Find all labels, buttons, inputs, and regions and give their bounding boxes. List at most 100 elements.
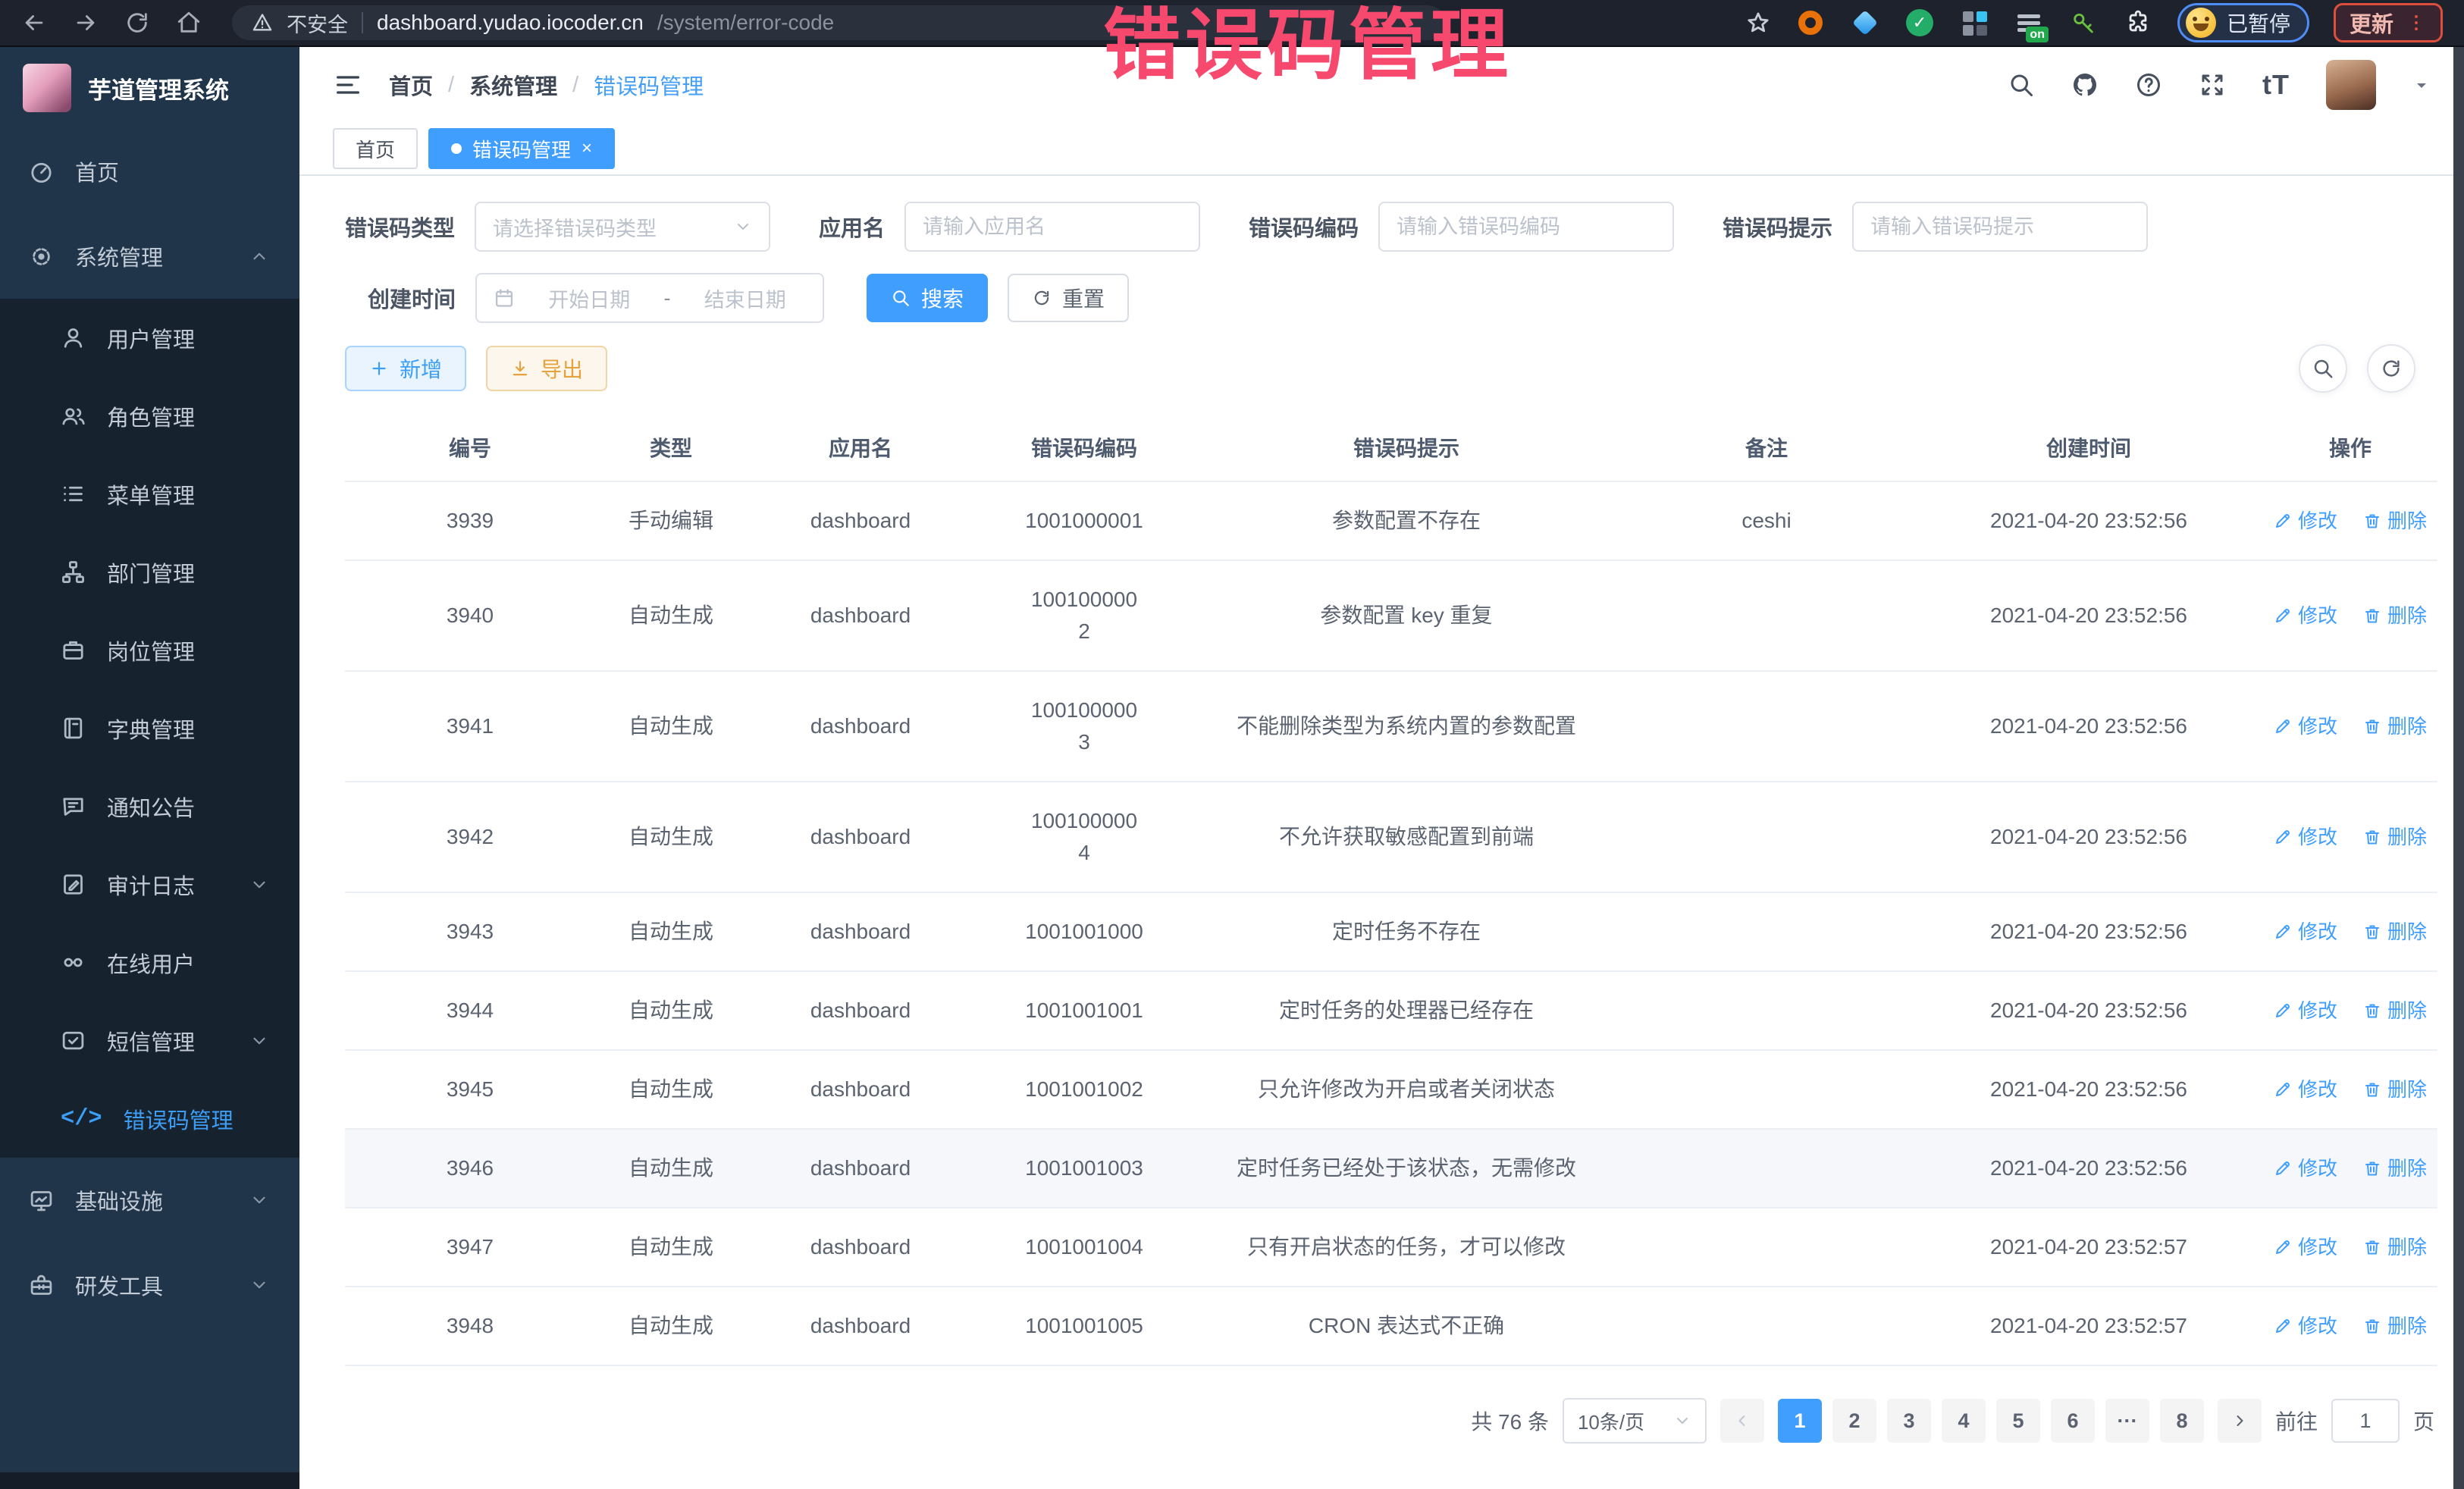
page-scrollbar[interactable] [2453,47,2464,1489]
help-icon[interactable] [2135,71,2162,99]
sidebar-item-home[interactable]: 首页 [0,129,299,214]
page-button-1[interactable]: 1 [1778,1399,1822,1443]
extension-list-icon[interactable]: on [2014,8,2044,38]
user-avatar[interactable] [2326,60,2376,110]
type-cell: 自动生成 [595,1208,747,1287]
sidebar-item-errcode[interactable]: </>错误码管理 [0,1080,299,1158]
sidebar-item-online[interactable]: 在线用户 [0,923,299,1002]
browser-update-button[interactable]: 更新 [2334,3,2443,42]
sidebar-item-audit[interactable]: 审计日志 [0,845,299,923]
page-button-3[interactable]: 3 [1887,1399,1931,1443]
edit-link[interactable]: 修改 [2274,1312,2337,1341]
edit-link[interactable]: 修改 [2274,1154,2337,1183]
add-button[interactable]: 新增 [345,346,466,391]
edit-link[interactable]: 修改 [2274,996,2337,1026]
extensions-puzzle-icon[interactable] [2123,8,2153,38]
extension-adblock-icon[interactable] [1795,8,1826,38]
search-button[interactable]: 搜索 [867,274,988,322]
page-ellipsis[interactable]: ··· [2105,1399,2149,1443]
edit-link[interactable]: 修改 [2274,917,2337,947]
edit-link[interactable]: 修改 [2274,712,2337,741]
sidebar-item-sms[interactable]: 短信管理 [0,1002,299,1080]
avatar-caret-down-icon[interactable] [2412,76,2431,94]
tab-error-code[interactable]: 错误码管理 × [428,128,615,169]
page-button-6[interactable]: 6 [2051,1399,2095,1443]
prev-page-button[interactable] [1720,1399,1764,1443]
sidebar-item-devtool[interactable]: 研发工具 [0,1243,299,1328]
sidebar-item-menu[interactable]: 菜单管理 [0,455,299,533]
page-button-5[interactable]: 5 [1996,1399,2040,1443]
error-type-select[interactable]: 请选择错误码类型 [475,202,770,252]
error-code-input[interactable] [1397,215,1656,239]
back-icon[interactable] [21,10,47,36]
delete-link[interactable]: 删除 [2363,506,2427,536]
page-size-select[interactable]: 10条/页 [1563,1398,1707,1444]
delete-link[interactable]: 删除 [2363,712,2427,741]
breadcrumb-home[interactable]: 首页 [389,69,433,101]
toggle-search-button[interactable] [2299,344,2347,393]
delete-link[interactable]: 删除 [2363,1154,2427,1183]
goto-page-input[interactable] [2331,1399,2400,1443]
paused-profile-button[interactable]: 已暂停 [2177,3,2309,42]
page-size-label: 10条/页 [1578,1407,1644,1435]
edit-link-label: 修改 [2298,1075,2337,1105]
extension-key-icon[interactable] [2068,8,2099,38]
extension-green-check-icon[interactable] [1904,8,1935,38]
tab-close-icon[interactable]: × [582,138,592,159]
next-page-button[interactable] [2218,1399,2262,1443]
fullscreen-icon[interactable] [2199,71,2226,99]
app-cell: dashboard [747,1129,974,1208]
sidebar-item-post[interactable]: 岗位管理 [0,611,299,689]
delete-link[interactable]: 删除 [2363,1075,2427,1105]
date-range-picker[interactable]: 开始日期 - 结束日期 [475,273,824,323]
refresh-table-button[interactable] [2367,344,2415,393]
breadcrumb-system[interactable]: 系统管理 [469,69,557,101]
sidebar-item-role[interactable]: 角色管理 [0,377,299,455]
tab-home[interactable]: 首页 [333,128,418,169]
address-bar[interactable]: 不安全 dashboard.yudao.iocoder.cn/system/er… [232,5,1445,40]
collapse-sidebar-icon[interactable] [333,70,363,100]
font-size-icon[interactable]: tT [2262,69,2290,101]
home-icon[interactable] [176,10,202,36]
table-row: 3945自动生成dashboard1001001002只允许修改为开启或者关闭状… [345,1050,2437,1129]
browser-menu-dots-icon[interactable] [2406,12,2427,33]
edit-link[interactable]: 修改 [2274,506,2337,536]
address-divider [362,12,363,33]
sidebar-logo-row[interactable]: 芋道管理系统 [0,47,299,129]
delete-link[interactable]: 删除 [2363,917,2427,947]
edit-link[interactable]: 修改 [2274,1233,2337,1262]
extension-gem-icon[interactable] [1850,8,1880,38]
sidebar-item-infra[interactable]: 基础设施 [0,1158,299,1243]
sidebar-item-label: 首页 [75,155,119,187]
trash-icon [2363,717,2381,735]
edit-link[interactable]: 修改 [2274,601,2337,631]
sidebar-item-label: 错误码管理 [124,1103,234,1135]
page-button-2[interactable]: 2 [1832,1399,1876,1443]
sidebar-item-system[interactable]: 系统管理 [0,214,299,299]
error-hint-input[interactable] [1870,215,2130,239]
sidebar-item-user[interactable]: 用户管理 [0,299,299,377]
page-button-4[interactable]: 4 [1942,1399,1986,1443]
delete-link[interactable]: 删除 [2363,1233,2427,1262]
extension-grid-icon[interactable] [1959,8,1989,38]
delete-link[interactable]: 删除 [2363,996,2427,1026]
sidebar-item-dept[interactable]: 部门管理 [0,533,299,611]
github-icon[interactable] [2071,71,2099,99]
delete-link[interactable]: 删除 [2363,601,2427,631]
reset-button[interactable]: 重置 [1008,274,1129,322]
refresh-icon [2380,357,2403,380]
reload-icon[interactable] [124,10,150,36]
export-button[interactable]: 导出 [486,346,607,391]
bookmark-star-icon[interactable] [1745,10,1771,36]
sidebar-item-notice[interactable]: 通知公告 [0,767,299,845]
app-name-input[interactable] [923,215,1182,239]
breadcrumb-current[interactable]: 错误码管理 [594,69,704,101]
delete-link[interactable]: 删除 [2363,823,2427,852]
edit-link[interactable]: 修改 [2274,1075,2337,1105]
edit-link[interactable]: 修改 [2274,823,2337,852]
search-icon[interactable] [2008,71,2035,99]
page-button-8[interactable]: 8 [2160,1399,2204,1443]
sidebar-item-dict[interactable]: 字典管理 [0,689,299,767]
delete-link[interactable]: 删除 [2363,1312,2427,1341]
forward-icon[interactable] [73,10,99,36]
